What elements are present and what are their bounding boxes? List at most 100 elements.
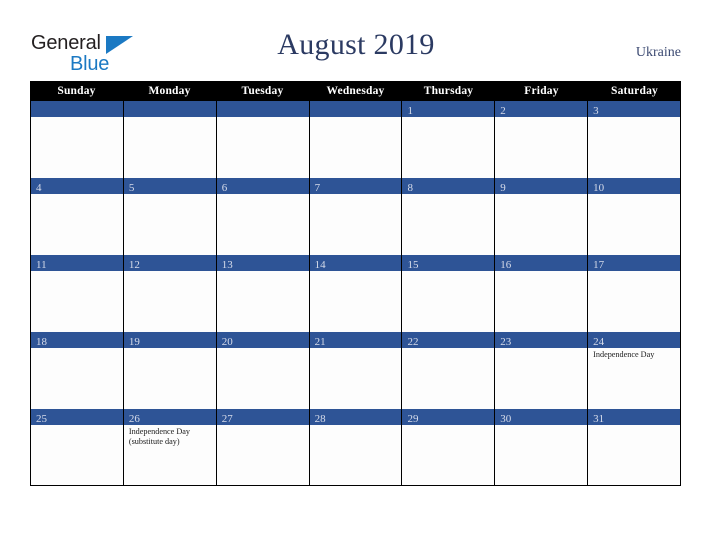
calendar-day-cell[interactable]: 18: [31, 332, 124, 409]
calendar-day-cell[interactable]: 21: [309, 332, 403, 409]
day-number-bar: 11: [31, 255, 123, 271]
calendar-day-cell[interactable]: 19: [123, 332, 217, 409]
day-number-bar: 8: [402, 178, 495, 194]
day-number: 28: [314, 413, 326, 425]
day-number-bar: 21: [309, 332, 402, 348]
calendar-grid: Sunday Monday Tuesday Wednesday Thursday…: [30, 81, 682, 486]
calendar-day-cell[interactable]: 6: [216, 178, 310, 255]
day-number-bar-empty: [123, 101, 216, 117]
day-number-bar: 15: [402, 255, 495, 271]
calendar-day-cell[interactable]: 23: [495, 332, 589, 409]
calendar-week-row: 11 12 13 14 15 16 17: [30, 255, 682, 332]
day-number: 12: [128, 259, 140, 271]
day-number-bar: 18: [31, 332, 123, 348]
day-number-bar: 20: [216, 332, 309, 348]
day-number: 1: [407, 105, 413, 117]
day-number: 2: [500, 105, 506, 117]
calendar-day-cell[interactable]: 2: [495, 101, 589, 178]
calendar-day-cell[interactable]: [123, 101, 217, 178]
day-number: 15: [407, 259, 419, 271]
day-number-bar-empty: [216, 101, 309, 117]
day-number: 23: [500, 336, 512, 348]
weekday-friday: Friday: [524, 85, 559, 97]
day-number-bar: 26: [123, 409, 216, 425]
day-number: 5: [128, 182, 135, 194]
calendar-day-cell[interactable]: 29: [402, 409, 496, 485]
weekday-thursday: Thursday: [423, 85, 474, 97]
calendar-day-cell[interactable]: 14: [309, 255, 403, 332]
day-number-bar: 5: [123, 178, 216, 194]
calendar-day-cell[interactable]: 28: [309, 409, 403, 485]
day-number-bar: 9: [495, 178, 588, 194]
weekday-header-row: Sunday Monday Tuesday Wednesday Thursday…: [30, 81, 681, 101]
calendar-day-cell[interactable]: 27: [216, 409, 310, 485]
day-number-bar: 23: [495, 332, 588, 348]
day-number: 30: [500, 413, 512, 425]
day-number-bar: 24: [588, 332, 681, 348]
day-number: 10: [593, 182, 605, 194]
weekday-sunday: Sunday: [57, 85, 96, 97]
calendar-day-cell[interactable]: [216, 101, 310, 178]
day-number: 9: [500, 182, 506, 194]
weekday-wednesday: Wednesday: [326, 85, 385, 97]
day-number-bar: 22: [402, 332, 495, 348]
calendar-week-row: 18 19 20 21 22 23 24 Independence Day: [30, 332, 682, 409]
day-number: 31: [593, 413, 605, 425]
calendar-day-cell[interactable]: 25: [31, 409, 124, 485]
calendar-day-cell[interactable]: 24 Independence Day: [588, 332, 682, 409]
day-number-bar: 25: [31, 409, 123, 425]
calendar-day-cell[interactable]: 12: [123, 255, 217, 332]
calendar-day-cell[interactable]: 16: [495, 255, 589, 332]
day-number: 14: [314, 259, 326, 271]
calendar-day-cell[interactable]: 4: [31, 178, 124, 255]
day-number-bar: 28: [309, 409, 402, 425]
calendar-day-cell[interactable]: 10: [588, 178, 682, 255]
calendar-day-cell[interactable]: 22: [402, 332, 496, 409]
day-number: 11: [36, 259, 47, 271]
calendar-day-cell[interactable]: [309, 101, 403, 178]
day-events: Independence Day (substitute day): [124, 425, 216, 447]
calendar-day-cell[interactable]: 17: [588, 255, 682, 332]
day-number: 16: [500, 259, 512, 271]
calendar-day-cell[interactable]: 7: [309, 178, 403, 255]
day-number: 18: [36, 336, 47, 348]
weekday-monday: Monday: [148, 85, 191, 97]
calendar-day-cell[interactable]: 15: [402, 255, 496, 332]
calendar-week-row: 25 26 Independence Day (substitute day) 27 2…: [30, 409, 682, 486]
day-number-bar-empty: [309, 101, 402, 117]
day-number: 4: [36, 182, 42, 194]
day-number: 7: [314, 182, 321, 194]
region-label: Ukraine: [635, 45, 681, 60]
calendar-day-cell[interactable]: 26 Independence Day (substitute day): [123, 409, 217, 485]
calendar-day-cell[interactable]: 3: [588, 101, 682, 178]
calendar-day-cell[interactable]: 20: [216, 332, 310, 409]
weekday-saturday: Saturday: [611, 85, 658, 97]
page-title: August 2019: [277, 28, 435, 61]
calendar-day-cell[interactable]: 9: [495, 178, 589, 255]
day-number: 25: [36, 413, 47, 425]
calendar-day-cell[interactable]: 1: [402, 101, 496, 178]
calendar-day-cell[interactable]: 13: [216, 255, 310, 332]
calendar-week-row: 4 5 6 7 8 9 10: [30, 178, 682, 255]
day-number: 8: [407, 182, 413, 194]
calendar-week-row: 1 2 3: [30, 101, 682, 178]
calendar-day-cell[interactable]: 8: [402, 178, 496, 255]
page-header: General Blue August 2019 Ukraine: [0, 0, 712, 80]
calendar-day-cell[interactable]: 5: [123, 178, 217, 255]
day-number-bar: 19: [123, 332, 216, 348]
day-number-bar: 31: [588, 409, 681, 425]
calendar-day-cell[interactable]: 11: [31, 255, 124, 332]
day-number-bar: 2: [495, 101, 588, 117]
calendar-day-cell[interactable]: 31: [588, 409, 682, 485]
day-number: 21: [314, 336, 326, 348]
day-number-bar-empty: [31, 101, 123, 117]
calendar-day-cell[interactable]: 30: [495, 409, 589, 485]
day-number: 26: [128, 413, 140, 425]
day-number: 17: [593, 259, 605, 271]
day-number-bar: 29: [402, 409, 495, 425]
holiday-label: Independence Day (substitute day): [128, 427, 191, 446]
day-number: 27: [221, 413, 233, 425]
day-number: 24: [593, 336, 605, 348]
day-number: 29: [407, 413, 419, 425]
calendar-day-cell[interactable]: [31, 101, 124, 178]
